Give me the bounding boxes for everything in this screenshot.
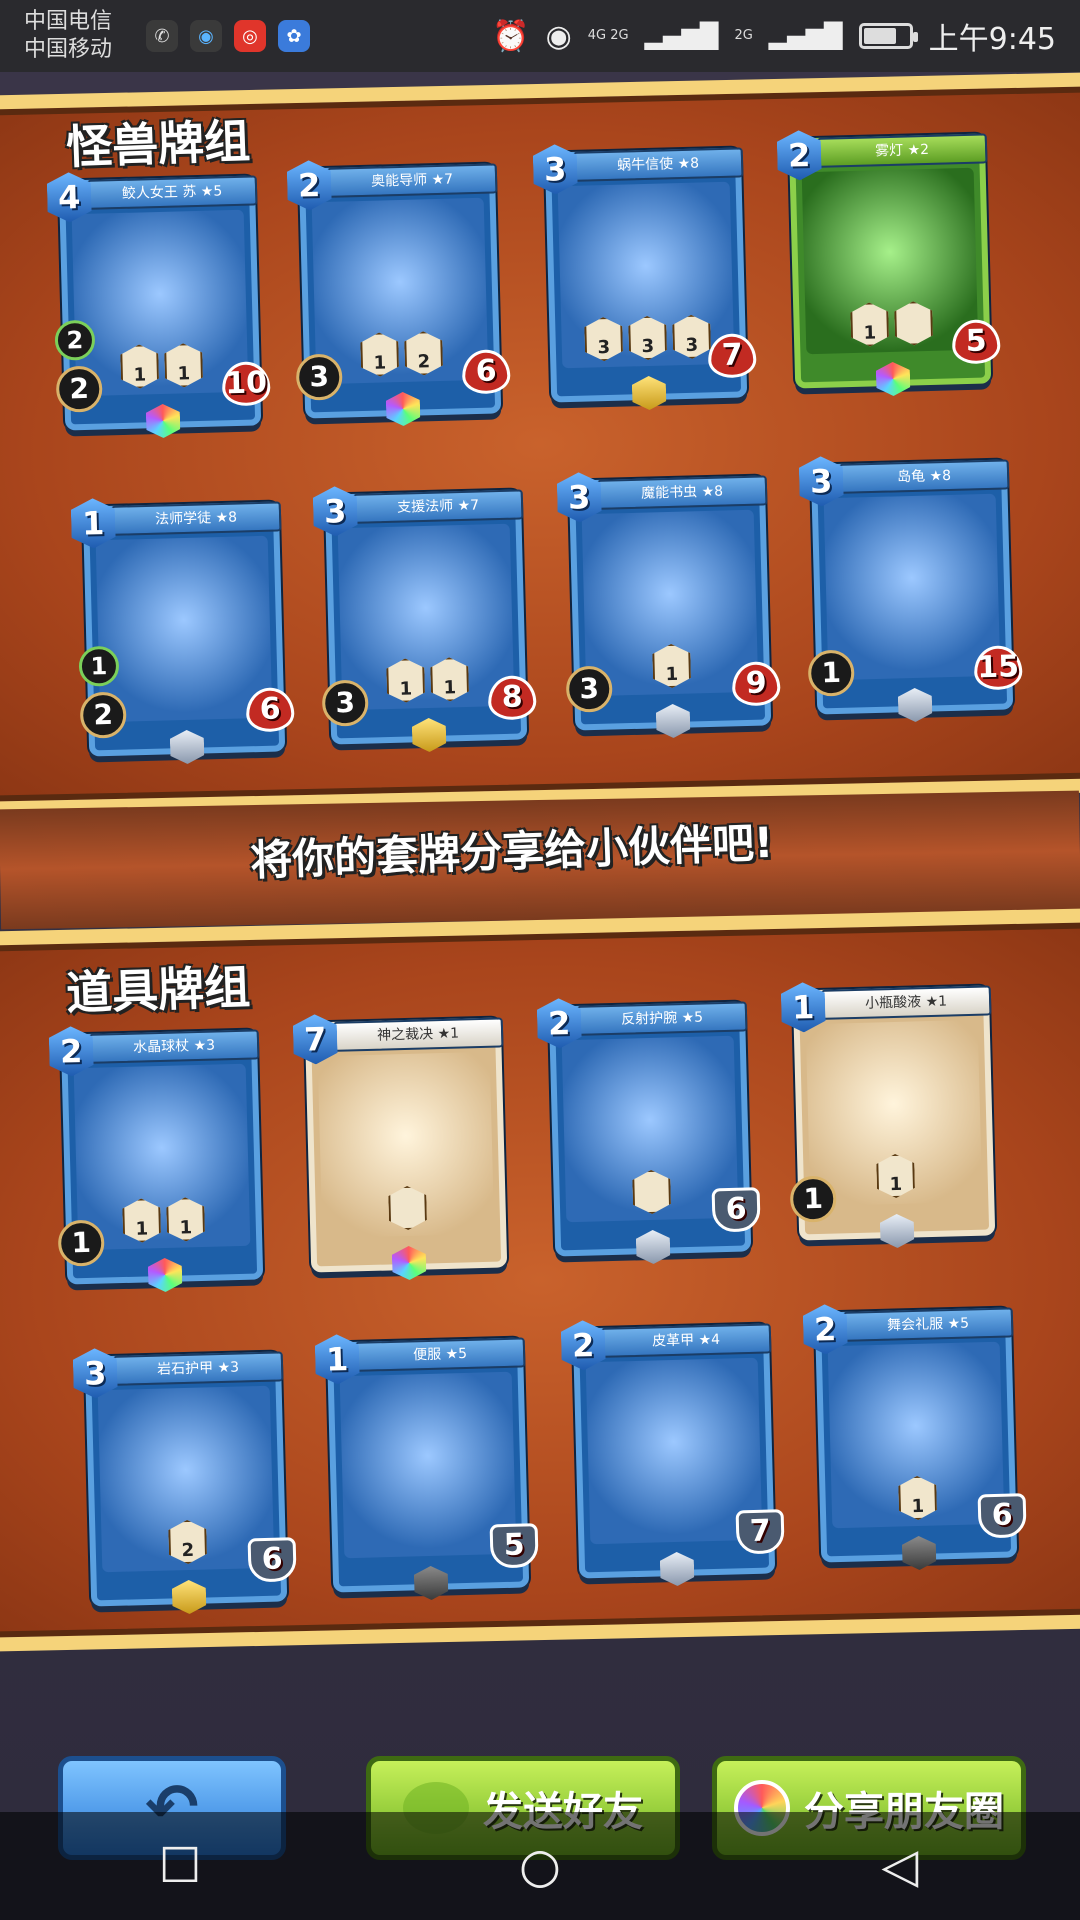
skill-badge — [388, 1185, 427, 1230]
item-deck-title: 道具牌组 — [65, 959, 251, 1021]
network-type-2: 2G — [734, 28, 753, 43]
item-card[interactable]: 小瓶酸液 ★1 1 1 1 — [789, 985, 996, 1240]
card-defense: 6 — [977, 1493, 1027, 1539]
qq-icon: ◉ — [190, 20, 222, 52]
card-left-stat: 3 — [295, 353, 343, 401]
card-name: 神之裁决 ★1 — [332, 1017, 504, 1052]
carrier-2: 中国移动 — [24, 37, 113, 62]
skill-badge: 1 — [850, 302, 889, 347]
wechat-icon: ✆ — [146, 20, 178, 52]
signal-icon: ▂▄▆█ — [644, 22, 719, 50]
monster-card[interactable]: 鲛人女王 苏 ★5 4 1 1 2 2 10 — [55, 175, 271, 430]
card-name: 岛龟 ★8 — [838, 459, 1010, 494]
card-health: 10 — [221, 361, 271, 407]
card-name: 支援法师 ★7 — [352, 489, 524, 524]
battery-icon — [858, 23, 918, 49]
card-defense: 5 — [489, 1523, 539, 1569]
carrier-1: 中国电信 — [24, 9, 113, 34]
card-left-stat: 1 — [789, 1175, 837, 1223]
monster-card[interactable]: 法师学徒 ★8 1 2 1 6 — [79, 501, 295, 756]
card-name: 水晶球杖 ★3 — [88, 1029, 260, 1064]
skill-badge: 1 — [898, 1475, 937, 1520]
card-left-stat: 2 — [55, 365, 103, 413]
navigation-bar: ☐ ○ ◁ — [0, 1812, 1080, 1920]
skill-badge: 1 — [120, 344, 159, 389]
card-health: 15 — [973, 645, 1023, 691]
item-card[interactable]: 水晶球杖 ★3 2 1 1 1 — [57, 1029, 264, 1284]
skill-badge: 1 — [386, 658, 425, 703]
card-defense: 7 — [735, 1509, 785, 1555]
card-name: 舞会礼服 ★5 — [842, 1307, 1014, 1342]
skill-badge: 2 — [168, 1519, 207, 1564]
signal-icon-2: ▂▄▆█ — [768, 22, 843, 50]
item-card[interactable]: 皮革甲 ★4 2 7 — [573, 1323, 785, 1578]
weibo-icon: ◎ — [234, 20, 266, 52]
card-left-stat: 1 — [807, 649, 855, 697]
skill-badge: 1 — [652, 643, 691, 688]
card-left-stat: 2 — [79, 691, 127, 739]
monster-card[interactable]: 雾灯 ★2 2 1 5 — [789, 133, 1001, 388]
skill-badge: 1 — [430, 657, 469, 702]
item-card[interactable]: 便服 ★5 1 5 — [327, 1337, 539, 1592]
skill-badge: 3 — [672, 314, 711, 359]
network-type: 4G 2G — [587, 28, 629, 43]
monster-card[interactable]: 支援法师 ★7 3 1 1 3 8 — [321, 489, 537, 744]
clock: 上午9:45 — [928, 22, 1056, 57]
card-name: 岩石护甲 ★3 — [112, 1351, 284, 1386]
card-name: 小瓶酸液 ★1 — [820, 985, 992, 1020]
card-name: 鲛人女王 苏 ★5 — [86, 175, 258, 210]
skill-badge — [894, 301, 933, 346]
card-defense: 6 — [711, 1187, 761, 1233]
card-name: 奥能导师 ★7 — [326, 163, 498, 198]
item-card[interactable]: 神之裁决 ★1 7 — [305, 1017, 508, 1272]
skill-badge: 1 — [164, 343, 203, 388]
skill-badge: 1 — [360, 332, 399, 377]
alarm-icon: ⏰ — [492, 18, 530, 54]
home-icon[interactable]: ○ — [510, 1836, 570, 1896]
card-name: 雾灯 ★2 — [816, 133, 988, 168]
monster-card[interactable]: 奥能导师 ★7 2 1 2 3 6 — [295, 163, 511, 418]
baidu-icon: ✿ — [278, 20, 310, 52]
card-name: 皮革甲 ★4 — [600, 1323, 772, 1358]
skill-badge: 1 — [166, 1197, 205, 1242]
item-card[interactable]: 舞会礼服 ★5 2 1 6 — [815, 1307, 1027, 1562]
monster-deck-title: 怪兽牌组 — [65, 113, 251, 175]
card-name: 便服 ★5 — [354, 1337, 526, 1372]
skill-badge: 3 — [628, 315, 667, 360]
skill-badge — [632, 1169, 671, 1214]
skill-badge: 1 — [122, 1198, 161, 1243]
card-left-stat: 1 — [57, 1219, 105, 1267]
card-skills — [315, 1184, 500, 1233]
card-art — [823, 493, 1001, 681]
item-card[interactable]: 反射护腕 ★5 2 6 — [549, 1001, 761, 1256]
card-left-stat: 3 — [565, 665, 613, 713]
skill-badge: 2 — [404, 331, 443, 376]
card-name: 反射护腕 ★5 — [576, 1001, 748, 1036]
back-nav-icon[interactable]: ◁ — [870, 1836, 930, 1896]
monster-card[interactable]: 魔能书虫 ★8 3 1 3 9 — [565, 475, 781, 730]
recent-apps-icon[interactable]: ☐ — [150, 1836, 210, 1896]
item-card[interactable]: 岩石护甲 ★3 3 2 6 — [85, 1351, 297, 1606]
status-bar: 中国电信 中国移动 ✆ ◉ ◎ ✿ ⏰ ◉ 4G 2G ▂▄▆█ 2G ▂▄▆█… — [0, 0, 1080, 72]
card-defense: 6 — [247, 1537, 297, 1583]
card-left-stat: 3 — [321, 679, 369, 727]
skill-badge: 1 — [876, 1153, 915, 1198]
eye-icon: ◉ — [545, 18, 572, 54]
card-art — [95, 535, 273, 723]
carrier-info: 中国电信 中国移动 — [24, 8, 134, 64]
skill-badge: 3 — [584, 317, 623, 362]
card-name: 蜗牛信使 ★8 — [572, 147, 744, 182]
card-name: 法师学徒 ★8 — [110, 501, 282, 536]
card-name: 魔能书虫 ★8 — [596, 475, 768, 510]
monster-card[interactable]: 蜗牛信使 ★8 3 3 3 3 7 — [545, 147, 757, 402]
monster-card[interactable]: 岛龟 ★8 3 1 15 — [807, 459, 1023, 714]
